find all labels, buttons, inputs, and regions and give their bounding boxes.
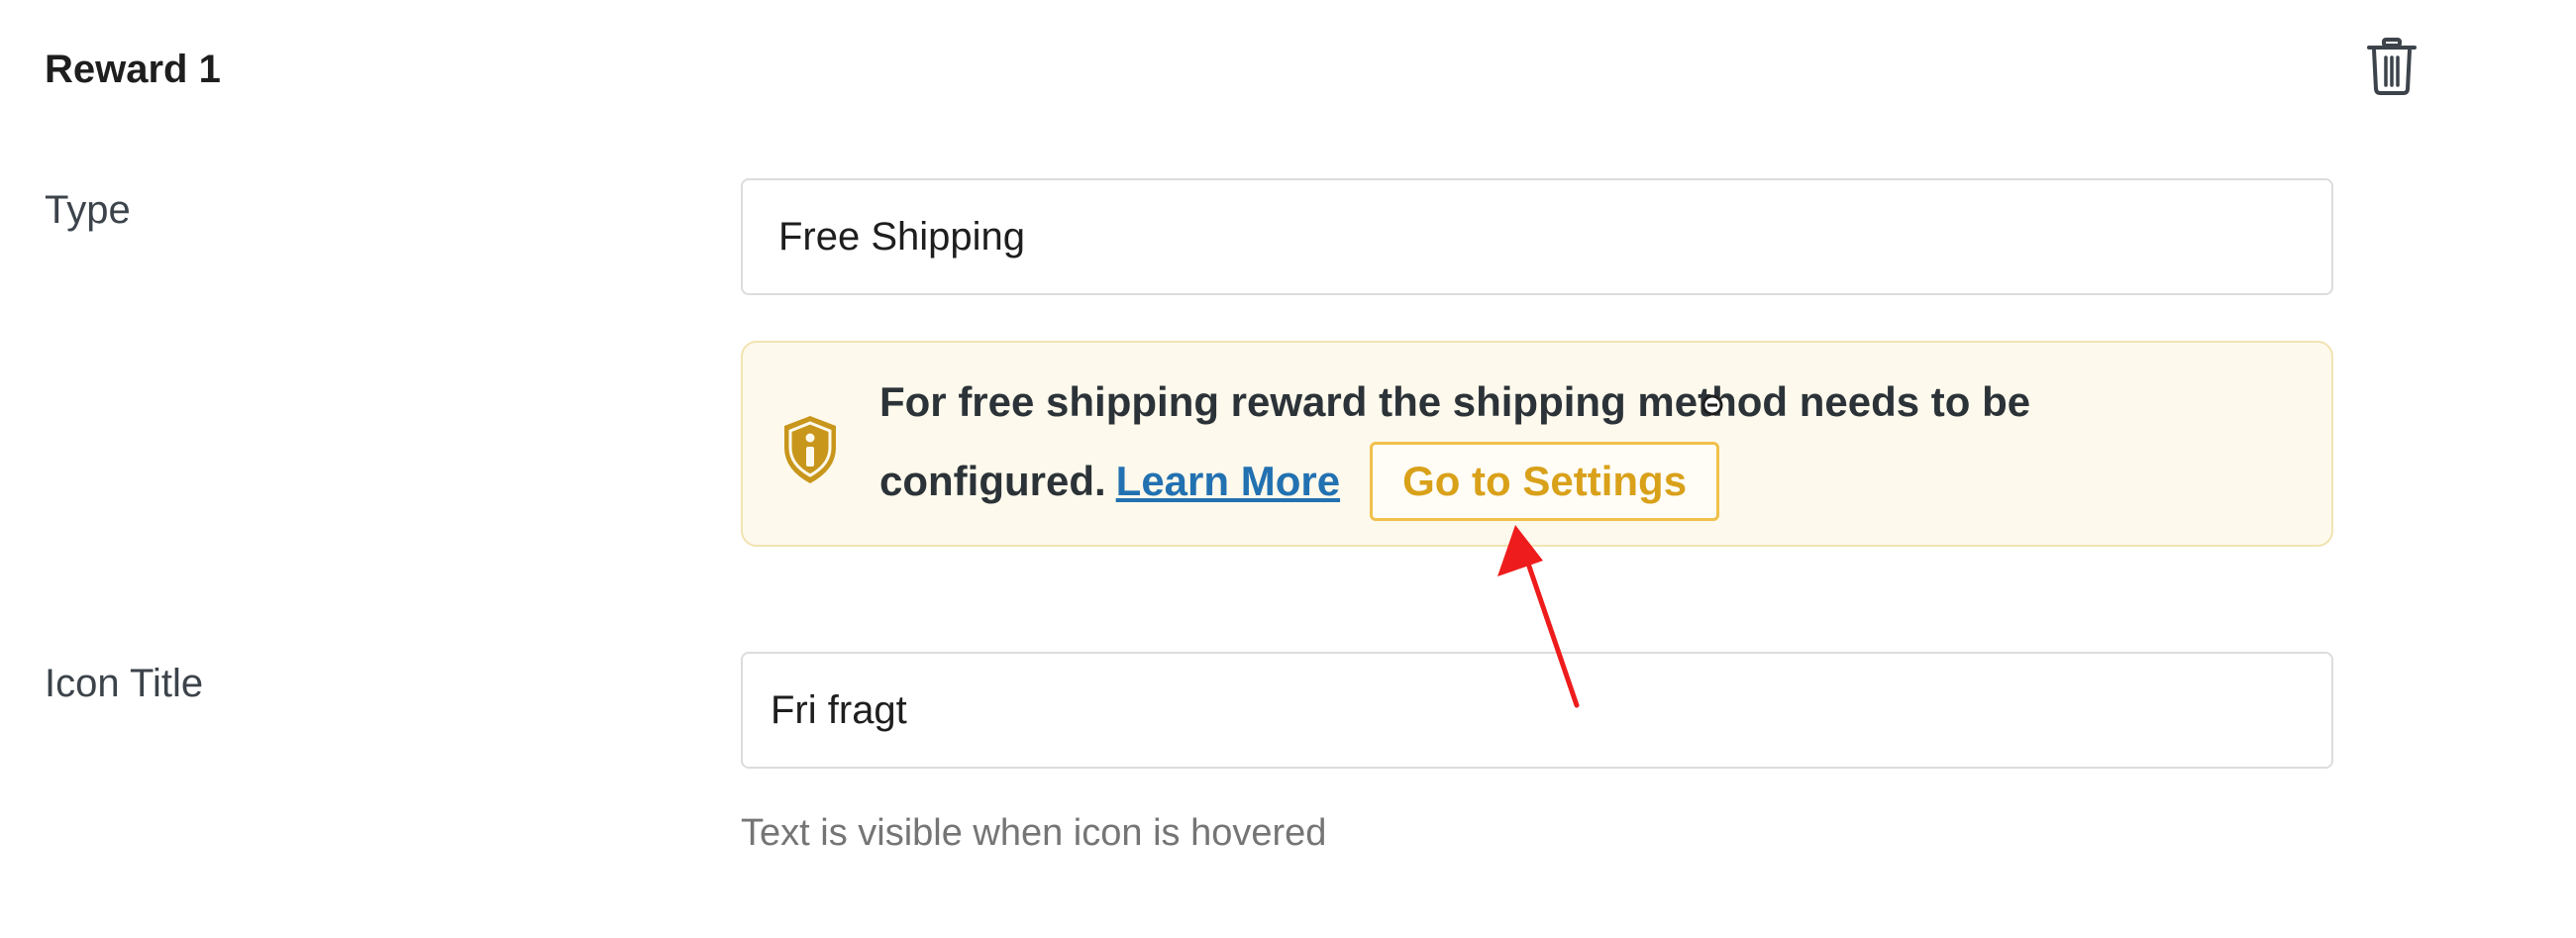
notice-message-line1: For free shipping reward the shipping me… — [879, 378, 2031, 425]
reward-title: Reward 1 — [45, 48, 221, 91]
learn-more-link[interactable]: Learn More — [1116, 458, 1340, 505]
icon-title-value: Fri fragt — [771, 687, 907, 732]
delete-reward-button[interactable] — [2367, 38, 2417, 95]
notice-message-text: configured. — [879, 458, 1106, 504]
red-arrow-icon — [1497, 525, 1580, 708]
trash-icon — [2367, 38, 2417, 95]
icon-title-helper-text: Text is visible when icon is hovered — [741, 812, 1327, 854]
type-label: Type — [45, 188, 131, 232]
reward-type-select[interactable]: Free Shipping — [741, 178, 2333, 295]
shield-info-icon — [784, 416, 836, 483]
mouse-cursor-icon — [1701, 394, 1723, 416]
icon-title-label: Icon Title — [45, 662, 204, 705]
notice-message-line2: configured. Learn More Go to Settings — [879, 442, 1720, 521]
reward-type-value: Free Shipping — [778, 214, 1026, 259]
go-to-settings-button[interactable]: Go to Settings — [1370, 442, 1720, 521]
